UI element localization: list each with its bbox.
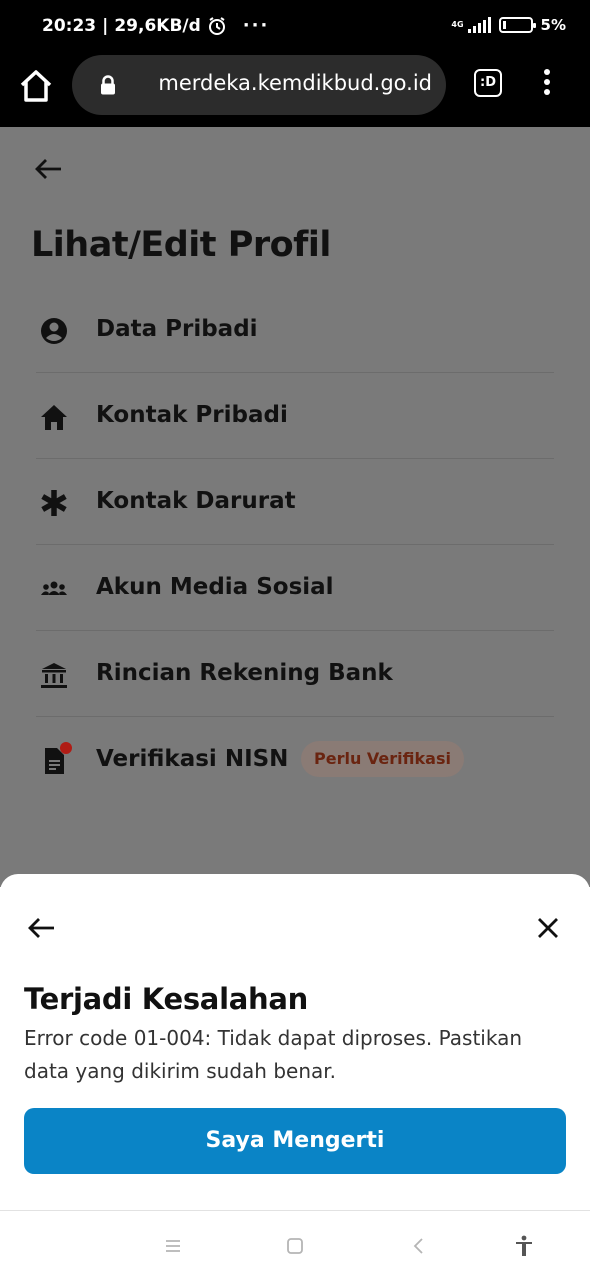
dialog-title: Terjadi Kesalahan <box>24 982 308 1016</box>
confirm-button[interactable]: Saya Mengerti <box>24 1108 566 1174</box>
system-nav-bar <box>0 1210 590 1280</box>
signal-icon <box>467 17 491 33</box>
page-title: Lihat/Edit Profil <box>31 225 331 265</box>
menu-item-label: Rincian Rekening Bank <box>96 660 393 686</box>
house-icon <box>41 405 67 430</box>
bank-icon <box>41 663 67 688</box>
menu-item-label: Kontak Darurat <box>96 488 296 514</box>
menu-item-akun-media-sosial[interactable]: Akun Media Sosial <box>36 545 554 631</box>
status-time: 20:23 <box>42 15 97 36</box>
more-notifications-icon: ··· <box>242 15 270 36</box>
menu-item-label: Data Pribadi <box>96 316 258 342</box>
home-icon[interactable] <box>18 68 54 104</box>
alarm-icon <box>208 16 225 35</box>
asterisk-icon <box>41 490 67 516</box>
back-arrow-icon[interactable] <box>33 157 63 181</box>
menu-item-label: Kontak Pribadi <box>96 402 288 428</box>
network-type: 4G <box>451 20 464 29</box>
menu-item-kontak-darurat[interactable]: Kontak Darurat <box>36 459 554 545</box>
menu-item-data-pribadi[interactable]: Data Pribadi <box>36 287 554 373</box>
status-left: 20:23 | 29,6KB/d ··· <box>42 15 270 36</box>
browser-toolbar: merdeka.kemdikbud.go.id :D <box>0 52 590 127</box>
menu-item-label: Akun Media Sosial <box>96 574 334 600</box>
status-net-speed: 29,6KB/d <box>114 15 201 36</box>
back-arrow-icon[interactable] <box>26 916 56 940</box>
menu-item-verifikasi-nisn[interactable]: Verifikasi NISN Perlu Verifikasi <box>36 717 554 803</box>
lock-icon <box>101 75 115 95</box>
menu-item-kontak-pribadi[interactable]: Kontak Pribadi <box>36 373 554 459</box>
menu-item-label: Verifikasi NISN <box>96 746 289 772</box>
battery-percent: 5% <box>540 16 566 34</box>
tab-switcher-button[interactable]: :D <box>474 69 502 97</box>
address-bar[interactable]: merdeka.kemdikbud.go.id <box>72 55 446 115</box>
dialog-message: Error code 01-004: Tidak dapat diproses.… <box>24 1026 523 1083</box>
accessibility-icon[interactable] <box>512 1234 536 1258</box>
menu-item-rincian-rekening-bank[interactable]: Rincian Rekening Bank <box>36 631 554 717</box>
url-text[interactable]: merdeka.kemdikbud.go.id <box>132 71 432 95</box>
status-bar: 20:23 | 29,6KB/d ··· 4G 5% <box>0 0 590 52</box>
recents-menu-icon[interactable] <box>161 1234 185 1258</box>
status-right: 4G 5% <box>451 16 566 34</box>
home-square-icon[interactable] <box>283 1234 307 1258</box>
status-badge: Perlu Verifikasi <box>301 741 464 777</box>
notification-dot <box>60 742 72 754</box>
back-chevron-icon[interactable] <box>407 1234 431 1258</box>
battery-icon <box>498 17 536 33</box>
profile-page: Lihat/Edit Profil Data Pribadi Kontak Pr… <box>0 127 590 887</box>
browser-menu-icon[interactable] <box>536 66 558 100</box>
account-circle-icon <box>41 318 67 344</box>
people-icon <box>41 581 67 595</box>
close-icon[interactable] <box>536 916 560 940</box>
